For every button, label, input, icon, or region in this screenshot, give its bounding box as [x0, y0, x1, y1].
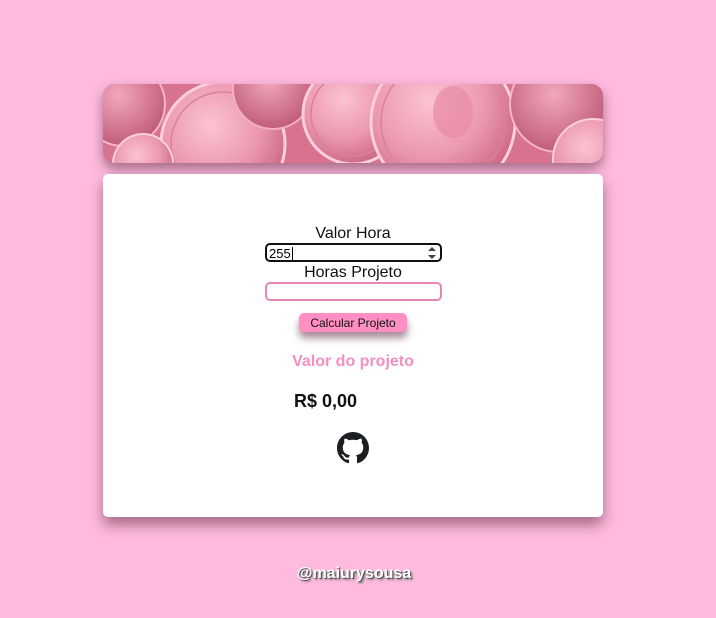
calculator-card: Valor Hora 255 Horas Projeto Calcular Pr… [103, 174, 603, 517]
valor-do-projeto-heading: Valor do projeto [292, 353, 414, 370]
author-handle[interactable]: @maiurysousa [0, 565, 708, 583]
project-value-amount: R$ 0,00 [294, 391, 358, 411]
horas-projeto-label: Horas Projeto [304, 264, 402, 281]
page: Valor Hora 255 Horas Projeto Calcular Pr… [0, 0, 716, 618]
valor-hora-value: 255 [269, 246, 293, 261]
spinner-up-icon[interactable] [428, 247, 436, 251]
calcular-projeto-button[interactable]: Calcular Projeto [299, 313, 407, 332]
valor-hora-label: Valor Hora [315, 225, 391, 242]
valor-hora-input[interactable]: 255 [265, 243, 442, 262]
github-icon[interactable] [337, 432, 369, 464]
coins-illustration [103, 84, 603, 163]
coins-banner-image [103, 84, 603, 163]
horas-projeto-input[interactable] [265, 282, 442, 301]
text-caret [291, 247, 293, 260]
number-spinner[interactable] [428, 247, 436, 259]
spinner-down-icon[interactable] [428, 255, 436, 259]
